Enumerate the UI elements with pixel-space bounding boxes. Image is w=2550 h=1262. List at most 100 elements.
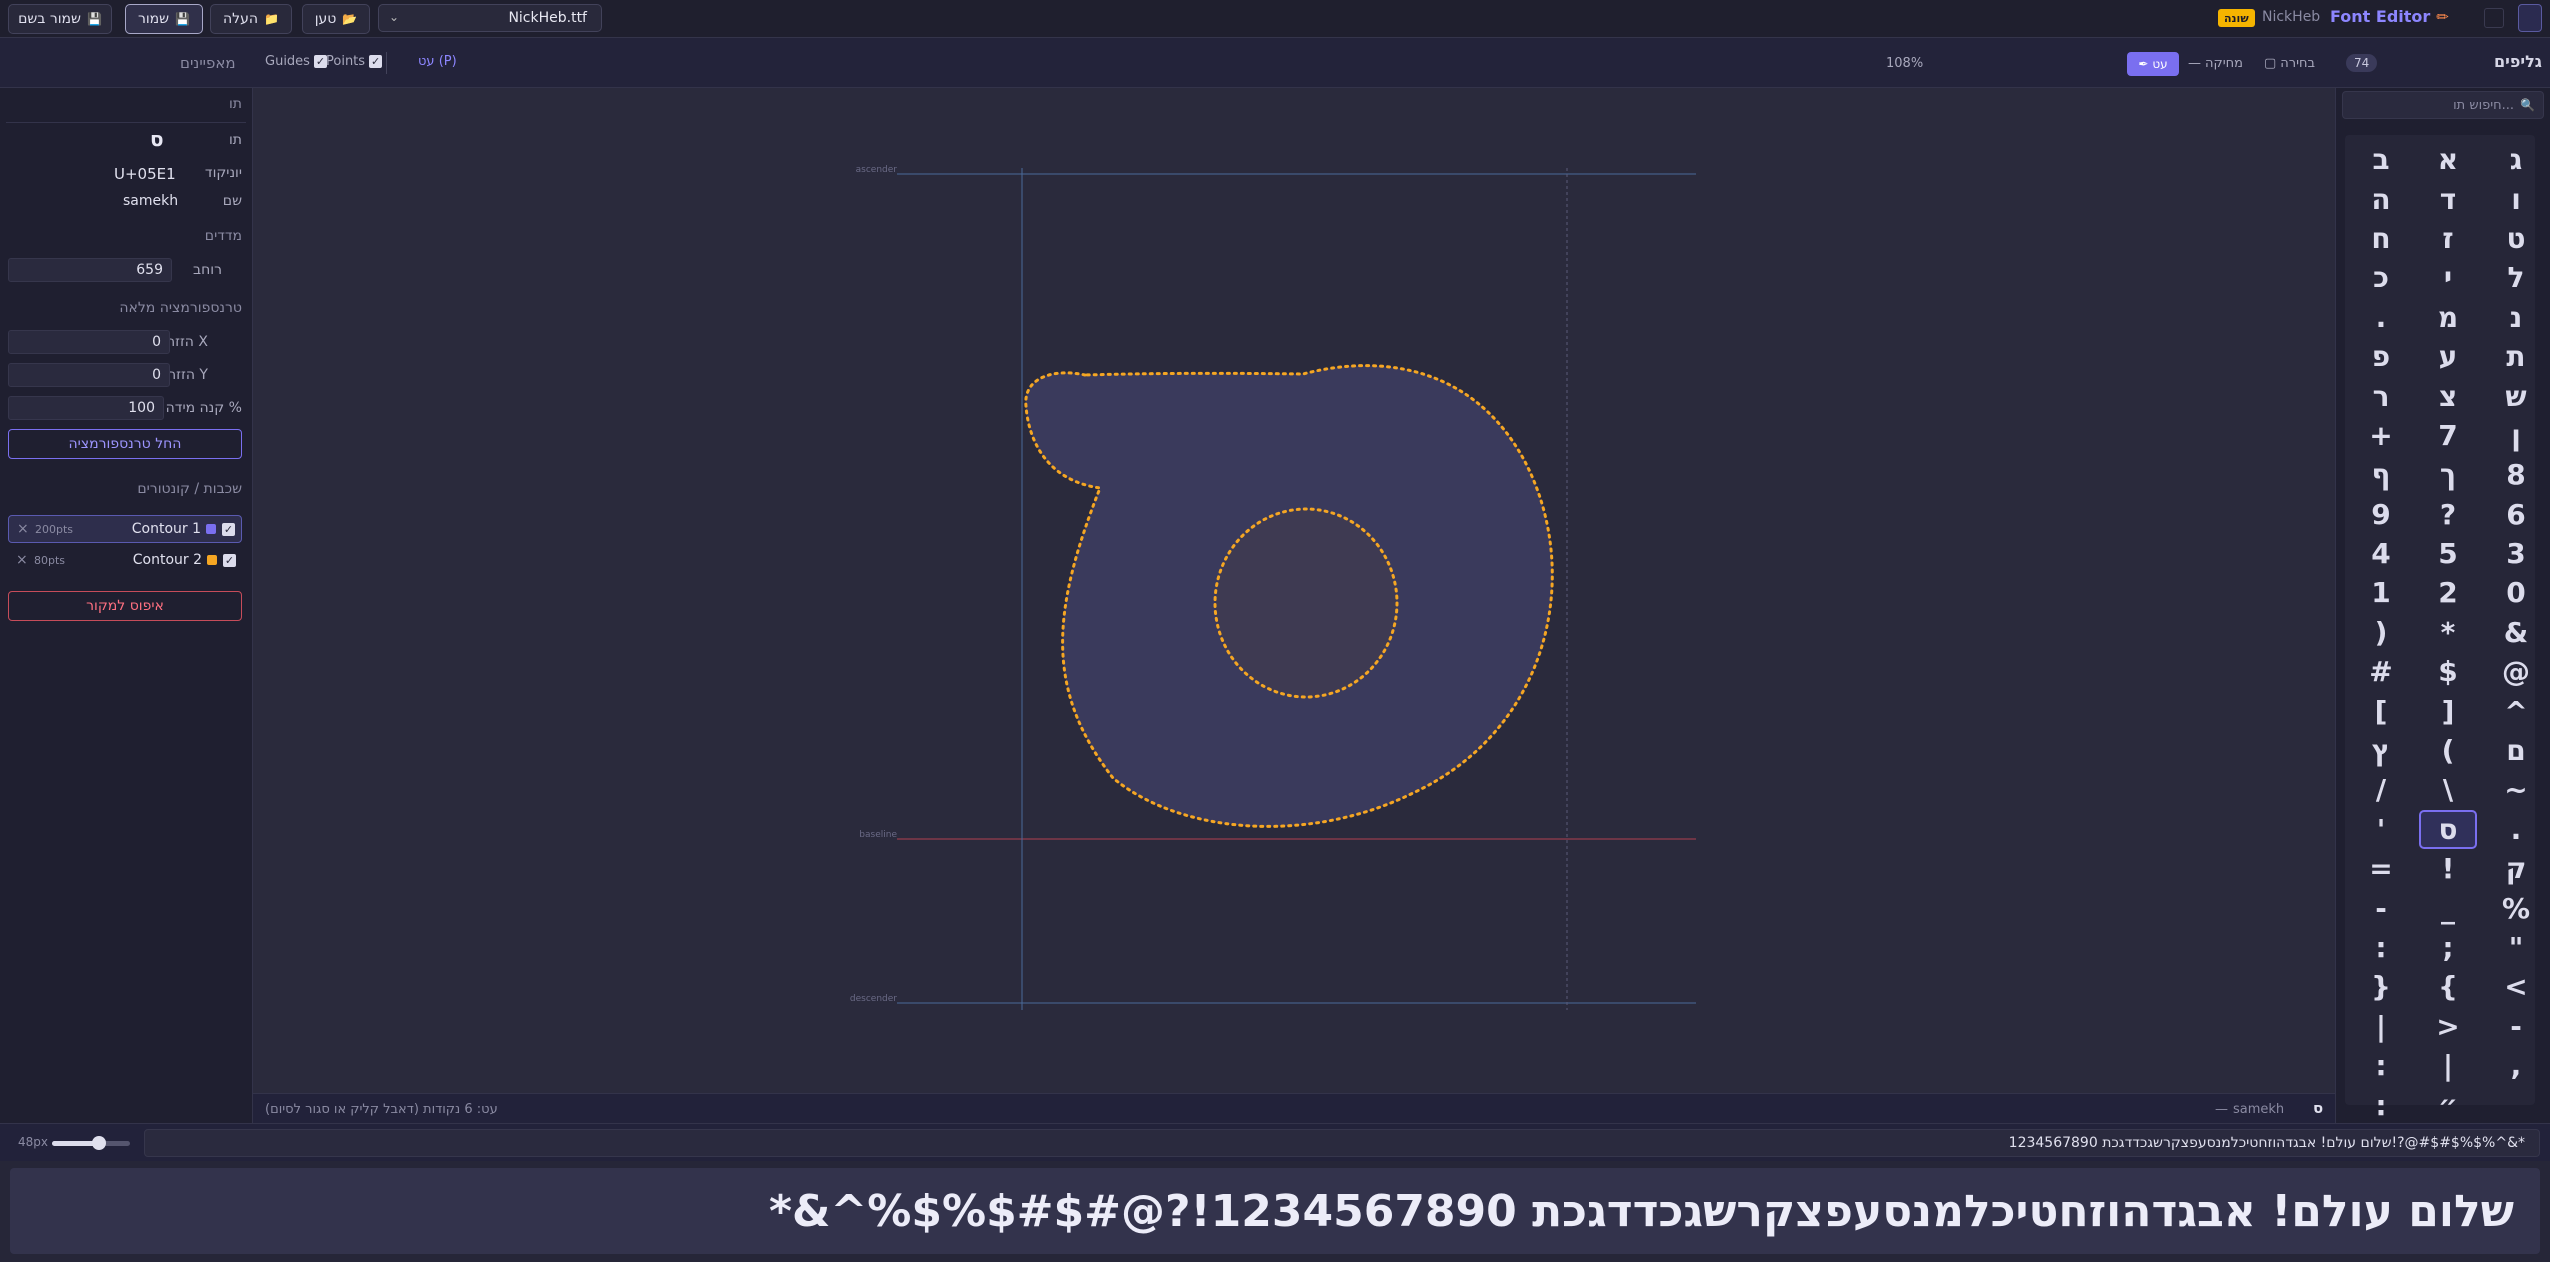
glyph-cell[interactable]: ע [2419, 337, 2477, 376]
offset-x-input[interactable]: 0 [8, 330, 170, 354]
glyph-cell[interactable]: ב [2352, 140, 2410, 179]
glyph-cell[interactable]: ~ [2487, 770, 2545, 809]
reset-button[interactable]: איפוס למקור [8, 591, 242, 621]
glyph-cell[interactable]: ד [2419, 179, 2477, 218]
glyph-cell[interactable]: י [2419, 258, 2477, 297]
glyph-cell[interactable]: , [2487, 1046, 2545, 1085]
save-as-button[interactable]: שמור בשם 💾 [8, 4, 112, 34]
checkbox-icon[interactable]: ✓ [223, 553, 236, 567]
glyph-cell[interactable]: ן [2487, 416, 2545, 455]
glyph-cell[interactable]: פ [2352, 337, 2410, 376]
guides-toggle[interactable]: Guides ✓ [265, 54, 327, 69]
font-file-select[interactable]: ⌄ NickHeb.ttf [378, 4, 602, 32]
glyph-canvas[interactable]: ascender baseline descender [253, 88, 2335, 1093]
glyph-cell[interactable]: 1 [2352, 573, 2410, 612]
mode-pen-button[interactable]: ✒ עט [2127, 52, 2179, 76]
glyph-cell[interactable]: + [2352, 416, 2410, 455]
help-icon[interactable] [2484, 8, 2504, 28]
glyph-search[interactable]: חיפוש תו... 🔍 [2342, 91, 2544, 119]
scale-input[interactable]: 100 [8, 396, 164, 420]
width-input[interactable]: 659 [8, 258, 172, 282]
remove-contour-icon[interactable]: × [16, 552, 28, 568]
glyph-cell[interactable]: < [2487, 967, 2545, 1006]
glyph-cell[interactable]: \ [2419, 770, 2477, 809]
glyph-cell[interactable]: ף [2352, 455, 2410, 494]
glyph-cell[interactable]: * [2419, 613, 2477, 652]
glyph-cell[interactable]: ת [2487, 337, 2545, 376]
glyph-cell[interactable]: _ [2419, 888, 2477, 927]
preview-size-slider[interactable] [52, 1136, 130, 1150]
glyph-cell[interactable]: 2 [2419, 573, 2477, 612]
checkbox-icon[interactable]: ✓ [222, 522, 235, 536]
glyph-cell[interactable]: ] [2419, 691, 2477, 730]
glyph-cell[interactable]: ס [2419, 809, 2477, 850]
load-button[interactable]: טען 📂 [302, 4, 370, 34]
glyph-canvas-svg[interactable]: ascender baseline descender [253, 88, 2335, 1093]
glyph-cell[interactable]: : [2352, 1085, 2410, 1124]
glyph-cell[interactable]: " [2487, 928, 2545, 967]
glyph-cell[interactable]: / [2352, 770, 2410, 809]
glyph-cell[interactable]: ' [2352, 810, 2410, 849]
glyph-cell[interactable]: 8 [2487, 455, 2545, 494]
glyph-cell[interactable]: 4 [2352, 534, 2410, 573]
glyph-cell[interactable]: ץ [2352, 731, 2410, 770]
glyph-cell[interactable]: = [2352, 849, 2410, 888]
glyph-cell[interactable]: 0 [2487, 573, 2545, 612]
glyph-cell[interactable]: ש [2487, 376, 2545, 415]
glyph-cell[interactable]: ה [2352, 179, 2410, 218]
glyph-cell[interactable]: 9 [2352, 495, 2410, 534]
glyph-cell[interactable]: { [2419, 967, 2477, 1006]
offset-y-input[interactable]: 0 [8, 363, 170, 387]
glyph-cell[interactable]: } [2352, 967, 2410, 1006]
glyph-cell[interactable]: : [2352, 1046, 2410, 1085]
glyph-cell[interactable]: ^ [2487, 691, 2545, 730]
glyph-cell[interactable]: . [2352, 298, 2410, 337]
glyph-cell[interactable]: ו [2487, 179, 2545, 218]
glyph-cell[interactable]: א [2419, 140, 2477, 179]
contour-row-2[interactable]: × 80pts Contour 2 ✓ [8, 546, 242, 574]
glyph-cell[interactable]: ח [2352, 219, 2410, 258]
glyph-cell[interactable]: % [2487, 888, 2545, 927]
glyph-cell[interactable]: ז [2419, 219, 2477, 258]
glyph-cell[interactable]: | [2352, 1007, 2410, 1046]
glyph-cell[interactable]: ; [2419, 928, 2477, 967]
glyph-cell[interactable]: | [2419, 1046, 2477, 1085]
panel-toggle-icon[interactable] [2518, 4, 2542, 32]
glyph-cell[interactable]: ! [2419, 849, 2477, 888]
apply-transform-button[interactable]: החל טרנספורמציה [8, 429, 242, 459]
glyph-cell[interactable]: כ [2352, 258, 2410, 297]
glyph-cell[interactable]: [ [2352, 691, 2410, 730]
glyph-cell[interactable]: ל [2487, 258, 2545, 297]
glyph-cell[interactable]: - [2487, 1007, 2545, 1046]
glyph-cell[interactable]: נ [2487, 298, 2545, 337]
glyph-cell[interactable]: ק [2487, 849, 2545, 888]
points-toggle[interactable]: Points ✓ [326, 54, 383, 69]
glyph-cell[interactable]: $ [2419, 652, 2477, 691]
mode-erase-button[interactable]: — מחיקה [2188, 56, 2243, 71]
glyph-cell[interactable]: # [2352, 652, 2410, 691]
slider-handle[interactable] [91, 1136, 106, 1150]
upload-button[interactable]: העלה 📁 [210, 4, 292, 34]
glyph-cell[interactable]: ג [2487, 140, 2545, 179]
glyph-cell[interactable]: ך [2419, 455, 2477, 494]
glyph-cell[interactable]: - [2352, 888, 2410, 927]
glyph-cell[interactable]: ) [2352, 613, 2410, 652]
glyph-cell[interactable]: צ [2419, 376, 2477, 415]
glyph-cell[interactable]: ״ [2419, 1085, 2477, 1124]
mode-select-button[interactable]: ▢ בחירה [2264, 56, 2315, 71]
glyph-cell[interactable]: מ [2419, 298, 2477, 337]
glyph-cell[interactable]: 7 [2419, 416, 2477, 455]
glyph-cell[interactable]: . [2487, 810, 2545, 849]
glyph-cell[interactable]: 6 [2487, 495, 2545, 534]
glyph-cell[interactable]: : [2352, 928, 2410, 967]
glyph-cell[interactable]: 3 [2487, 534, 2545, 573]
save-button[interactable]: שמור 💾 [125, 4, 203, 34]
contour-row-1[interactable]: × 200pts Contour 1 ✓ [8, 515, 242, 543]
inner-contour[interactable] [1213, 507, 1399, 699]
glyph-cell[interactable]: ר [2352, 376, 2410, 415]
glyph-cell[interactable]: ( [2419, 731, 2477, 770]
glyph-cell[interactable]: ט [2487, 219, 2545, 258]
glyph-cell[interactable]: ם [2487, 731, 2545, 770]
preview-text-input[interactable]: שלום עולם! אבגדהוזחטיכלמנסעפצקרשגכדדגכת … [144, 1129, 2540, 1157]
search-input[interactable]: חיפוש תו... [2453, 98, 2514, 113]
